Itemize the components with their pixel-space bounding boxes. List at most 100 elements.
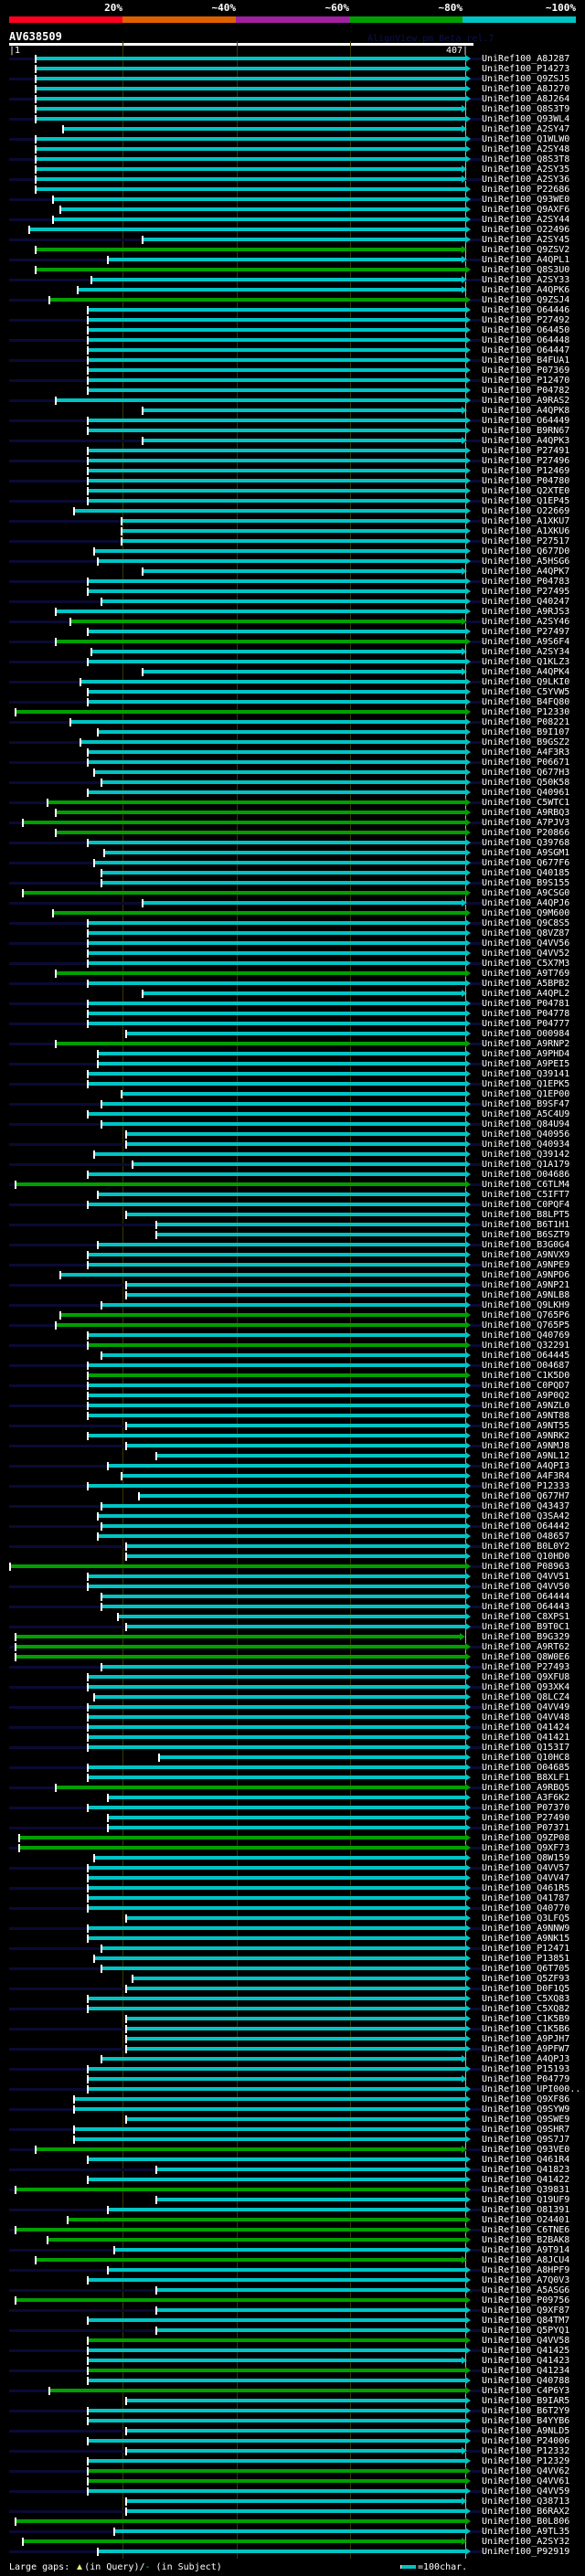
hit-label[interactable]: UniRef100_Q41421	[482, 1733, 569, 1743]
alignment-row[interactable]: UniRef100_O48657	[0, 1532, 585, 1542]
hit-label[interactable]: UniRef100_Q8S3T8	[482, 154, 569, 164]
alignment-bar[interactable]	[87, 1574, 465, 1578]
hit-label[interactable]: UniRef100_A9RBQ3	[482, 808, 569, 818]
hit-label[interactable]: UniRef100_Q93WL4	[482, 114, 569, 124]
alignment-bar[interactable]	[87, 951, 465, 955]
alignment-bar[interactable]	[80, 740, 465, 744]
hit-label[interactable]: UniRef100_O04685	[482, 1763, 569, 1773]
alignment-row[interactable]: UniRef100_Q10HC8	[0, 1753, 585, 1763]
alignment-row[interactable]: UniRef100_A8JCU4	[0, 2255, 585, 2265]
alignment-bar[interactable]	[107, 258, 463, 261]
alignment-row[interactable]: UniRef100_Q43437	[0, 1501, 585, 1511]
hit-label[interactable]: UniRef100_Q39831	[482, 2185, 569, 2195]
alignment-bar[interactable]	[87, 1012, 465, 1015]
alignment-row[interactable]: UniRef100_B9IAR5	[0, 2396, 585, 2406]
alignment-row[interactable]: UniRef100_Q9LKH9	[0, 1300, 585, 1310]
alignment-row[interactable]: UniRef100_Q677H3	[0, 768, 585, 778]
alignment-row[interactable]: UniRef100_Q41423	[0, 2356, 585, 2366]
alignment-bar[interactable]	[87, 1886, 465, 1890]
alignment-row[interactable]: UniRef100_Q4VV49	[0, 1702, 585, 1712]
hit-label[interactable]: UniRef100_C1K5D0	[482, 1371, 569, 1381]
hit-label[interactable]: UniRef100_B6RAX2	[482, 2507, 569, 2517]
alignment-row[interactable]: UniRef100_P27495	[0, 587, 585, 597]
alignment-row[interactable]: UniRef100_Q4VV48	[0, 1712, 585, 1723]
hit-label[interactable]: UniRef100_Q9SHR7	[482, 2125, 569, 2135]
hit-label[interactable]: UniRef100_Q41823	[482, 2165, 569, 2175]
alignment-row[interactable]: UniRef100_O64447	[0, 345, 585, 355]
hit-label[interactable]: UniRef100_A4QPK8	[482, 406, 569, 416]
hit-label[interactable]: UniRef100_Q19UF9	[482, 2195, 569, 2205]
alignment-row[interactable]: UniRef100_Q10HD0	[0, 1552, 585, 1562]
alignment-row[interactable]: UniRef100_O64444	[0, 1592, 585, 1602]
alignment-row[interactable]: UniRef100_C5YVW5	[0, 687, 585, 697]
hit-label[interactable]: UniRef100_Q6T705	[482, 1964, 569, 1974]
alignment-row[interactable]: UniRef100_B2BAK8	[0, 2235, 585, 2245]
alignment-row[interactable]: UniRef100_O64445	[0, 1351, 585, 1361]
alignment-bar[interactable]	[87, 941, 465, 945]
hit-label[interactable]: UniRef100_B2BAK8	[482, 2235, 569, 2245]
alignment-bar[interactable]	[101, 1122, 465, 1126]
hit-label[interactable]: UniRef100_Q1WLW0	[482, 134, 569, 144]
hit-label[interactable]: UniRef100_C1K5B6	[482, 2024, 569, 2034]
hit-label[interactable]: UniRef100_Q461R5	[482, 1883, 569, 1893]
alignment-row[interactable]: UniRef100_A5ASG6	[0, 2285, 585, 2295]
alignment-bar[interactable]	[87, 2479, 465, 2483]
alignment-row[interactable]: UniRef100_O22496	[0, 225, 585, 235]
hit-label[interactable]: UniRef100_A9NNW9	[482, 1924, 569, 1934]
alignment-row[interactable]: UniRef100_B9RN67	[0, 426, 585, 436]
alignment-row[interactable]: UniRef100_P20866	[0, 828, 585, 838]
alignment-bar[interactable]	[36, 77, 465, 80]
alignment-bar[interactable]	[107, 1464, 465, 1468]
alignment-row[interactable]: UniRef100_C0PQF4	[0, 1200, 585, 1210]
alignment-row[interactable]: UniRef100_Q765P5	[0, 1320, 585, 1330]
alignment-row[interactable]: UniRef100_Q9SYW9	[0, 2104, 585, 2115]
alignment-bar[interactable]	[101, 1353, 465, 1357]
alignment-row[interactable]: UniRef100_A9TL35	[0, 2527, 585, 2537]
alignment-bar[interactable]	[87, 2007, 465, 2010]
alignment-bar[interactable]	[87, 1333, 465, 1337]
hit-label[interactable]: UniRef100_Q39768	[482, 838, 569, 848]
hit-label[interactable]: UniRef100_Q1EP45	[482, 496, 569, 506]
alignment-bar[interactable]	[56, 811, 465, 814]
alignment-row[interactable]: UniRef100_UPI000..	[0, 2084, 585, 2094]
alignment-row[interactable]: UniRef100_B9G329	[0, 1632, 585, 1642]
alignment-row[interactable]: UniRef100_P07370	[0, 1803, 585, 1813]
hit-label[interactable]: UniRef100_A2SY32	[482, 2537, 569, 2547]
alignment-bar[interactable]	[87, 1343, 465, 1347]
alignment-row[interactable]: UniRef100_P04780	[0, 476, 585, 486]
hit-label[interactable]: UniRef100_P04781	[482, 999, 569, 1009]
alignment-bar[interactable]	[87, 961, 465, 965]
alignment-bar[interactable]	[87, 499, 465, 503]
alignment-row[interactable]: UniRef100_P24006	[0, 2436, 585, 2446]
alignment-bar[interactable]	[125, 2027, 465, 2030]
hit-label[interactable]: UniRef100_A9T914	[482, 2245, 569, 2255]
hit-label[interactable]: UniRef100_Q4VV61	[482, 2476, 569, 2486]
alignment-bar[interactable]	[155, 1233, 465, 1236]
hit-label[interactable]: UniRef100_Q9XF86	[482, 2094, 569, 2104]
alignment-bar[interactable]	[87, 2409, 465, 2412]
alignment-bar[interactable]	[101, 871, 465, 875]
hit-label[interactable]: UniRef100_B6T1H1	[482, 1220, 569, 1230]
hit-label[interactable]: UniRef100_C6TNE6	[482, 2225, 569, 2235]
alignment-row[interactable]: UniRef100_P04783	[0, 577, 585, 587]
hit-label[interactable]: UniRef100_Q39141	[482, 1069, 569, 1079]
alignment-bar[interactable]	[56, 1786, 465, 1789]
alignment-bar[interactable]	[87, 2359, 463, 2362]
alignment-bar[interactable]	[125, 1554, 465, 1558]
alignment-row[interactable]: UniRef100_A9NMJ8	[0, 1441, 585, 1451]
alignment-row[interactable]: UniRef100_A9NT88	[0, 1411, 585, 1421]
hit-label[interactable]: UniRef100_Q1KLZ3	[482, 657, 569, 667]
alignment-bar[interactable]	[87, 358, 465, 362]
hit-label[interactable]: UniRef100_P08963	[482, 1562, 569, 1572]
alignment-bar[interactable]	[49, 298, 465, 302]
alignment-bar[interactable]	[125, 2037, 465, 2041]
alignment-bar[interactable]	[87, 328, 465, 332]
alignment-bar[interactable]	[87, 1172, 465, 1176]
alignment-bar[interactable]	[107, 1796, 465, 1799]
hit-label[interactable]: UniRef100_P27490	[482, 1813, 569, 1823]
alignment-bar[interactable]	[114, 2248, 465, 2252]
alignment-bar[interactable]	[74, 509, 465, 513]
hit-label[interactable]: UniRef100_Q41423	[482, 2356, 569, 2366]
alignment-bar[interactable]	[87, 1082, 465, 1086]
hit-label[interactable]: UniRef100_A2SY36	[482, 175, 569, 185]
